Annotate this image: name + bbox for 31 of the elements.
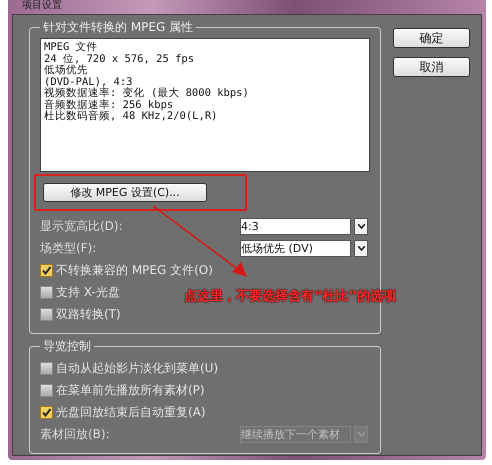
dialog-button[interactable]: 确定: [393, 28, 470, 48]
checkbox-label: 支持 X-光盘: [56, 284, 120, 300]
chevron-down-icon: [358, 432, 364, 436]
field-label: 场类型(F):: [40, 240, 98, 256]
info-line: 低场优先: [44, 65, 89, 76]
group-title: 针对文件转换的 MPEG 属性: [42, 19, 194, 36]
checkbox-label: 双路转换(T): [56, 306, 121, 322]
info-line: 24 位, 720 x 576, 25 fps: [44, 54, 196, 64]
info-line: (DVD-PAL), 4:3: [44, 76, 133, 88]
dialog-button[interactable]: 取消: [393, 57, 470, 77]
chevron-down-icon: [358, 246, 364, 250]
checkbox[interactable]: [40, 308, 53, 320]
checkbox[interactable]: [40, 362, 53, 374]
info-line: 音频数据速率: 256 kbps: [44, 100, 174, 110]
checkbox-label: 自动从起始影片淡化到菜单(U): [56, 360, 218, 376]
checkbox[interactable]: [40, 264, 53, 276]
checkbox-label: 光盘回放结束后自动重复(A): [56, 404, 206, 420]
chevron-down-icon: [358, 224, 364, 228]
checkbox-label: 不转换兼容的 MPEG 文件(O): [56, 262, 213, 278]
checkbox[interactable]: [40, 286, 53, 298]
info-line: 杜比数码音频, 48 KHz,2/0(L,R): [44, 111, 218, 122]
field-label: 素材回放(B):: [40, 426, 111, 442]
checkbox[interactable]: [40, 384, 53, 396]
checkbox[interactable]: [40, 406, 53, 418]
modify-settings-button[interactable]: 修改 MPEG 设置(C)...: [43, 183, 207, 202]
checkbox-label: 在菜单前先播放所有素材(P): [56, 382, 205, 398]
info-line: 视频数据速率: 变化 (最大 8000 kbps): [44, 88, 250, 99]
info-line: MPEG 文件: [44, 42, 99, 54]
field-label: 显示宽高比(D):: [40, 218, 124, 234]
window-title: 项目设置: [22, 0, 62, 11]
group-title: 导览控制: [42, 338, 92, 355]
